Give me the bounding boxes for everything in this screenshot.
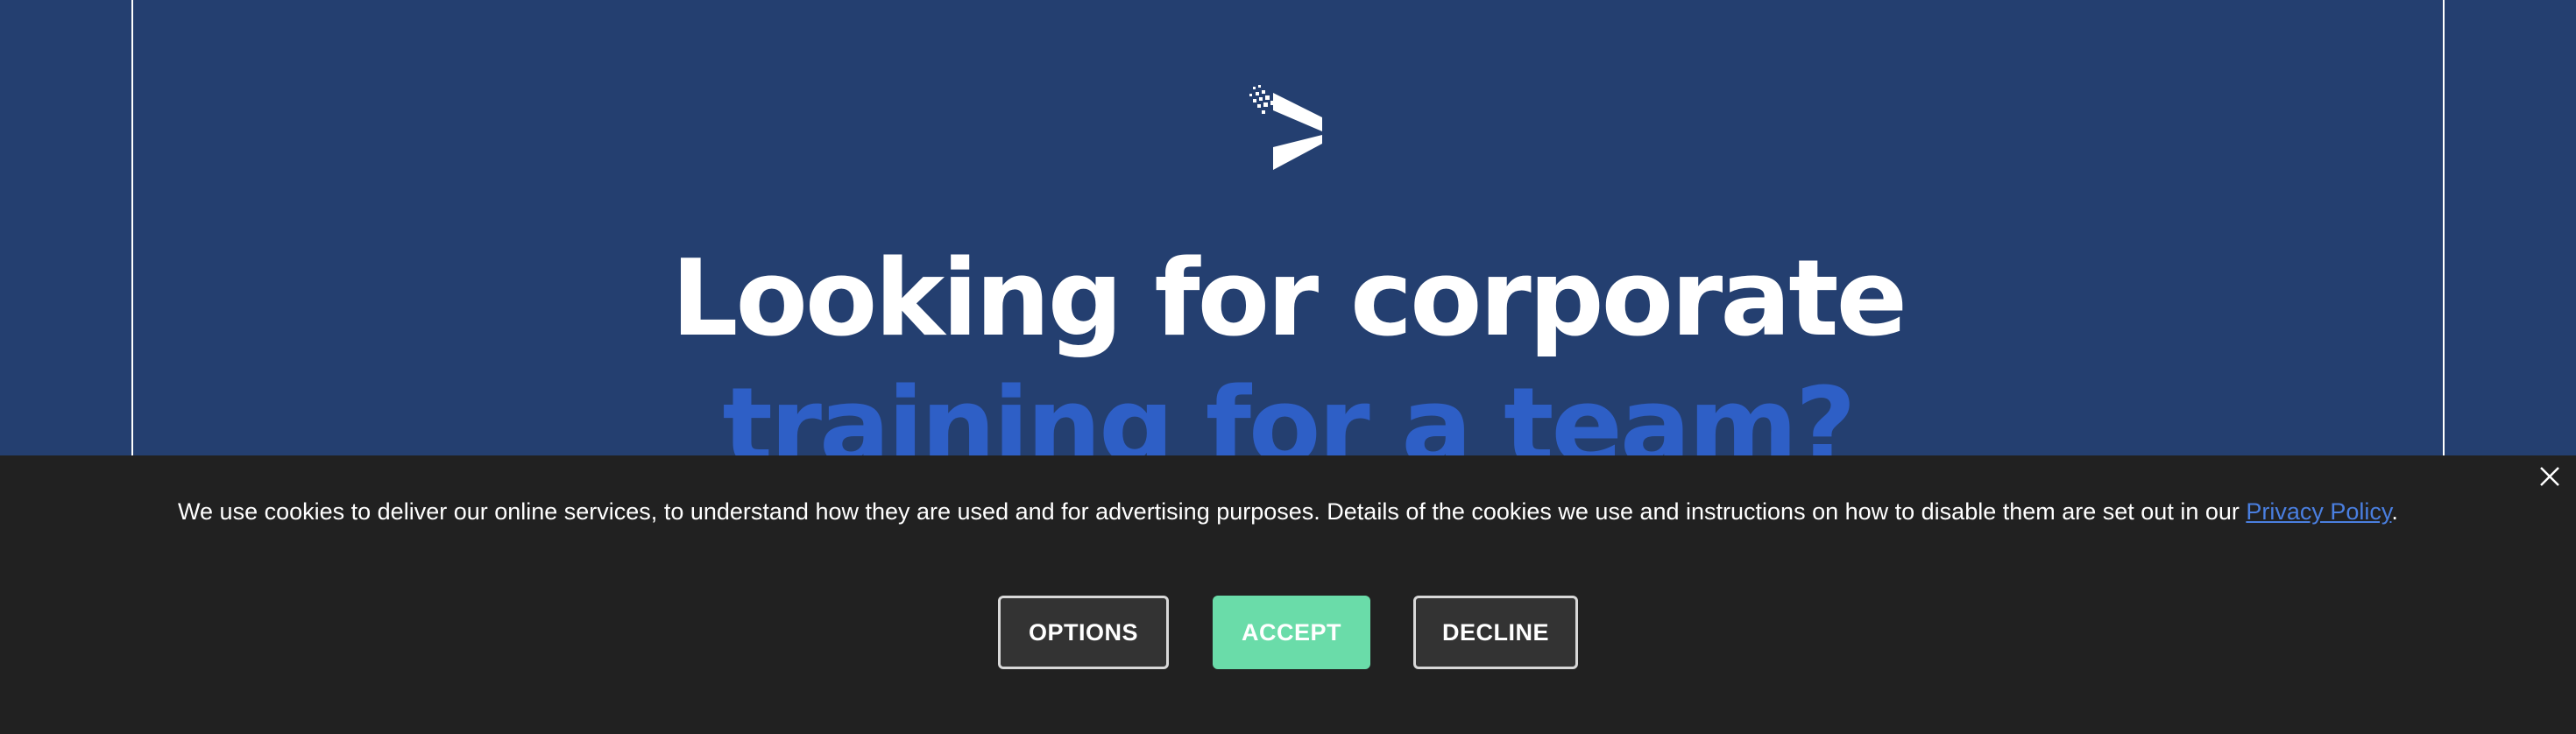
- decline-button[interactable]: DECLINE: [1413, 596, 1578, 669]
- cookie-message: We use cookies to deliver our online ser…: [0, 496, 2576, 527]
- cookie-message-text: We use cookies to deliver our online ser…: [178, 498, 2247, 525]
- close-icon[interactable]: [2537, 464, 2562, 489]
- options-button[interactable]: OPTIONS: [998, 596, 1169, 669]
- accept-button[interactable]: ACCEPT: [1213, 596, 1370, 669]
- headline-line-1: Looking for corporate: [671, 238, 1907, 360]
- privacy-policy-link[interactable]: Privacy Policy: [2246, 498, 2391, 525]
- brand-logo-icon[interactable]: [1249, 84, 1327, 172]
- hero-section: Looking for corporate training for a tea…: [0, 0, 2576, 480]
- cookie-message-end: .: [2391, 498, 2398, 525]
